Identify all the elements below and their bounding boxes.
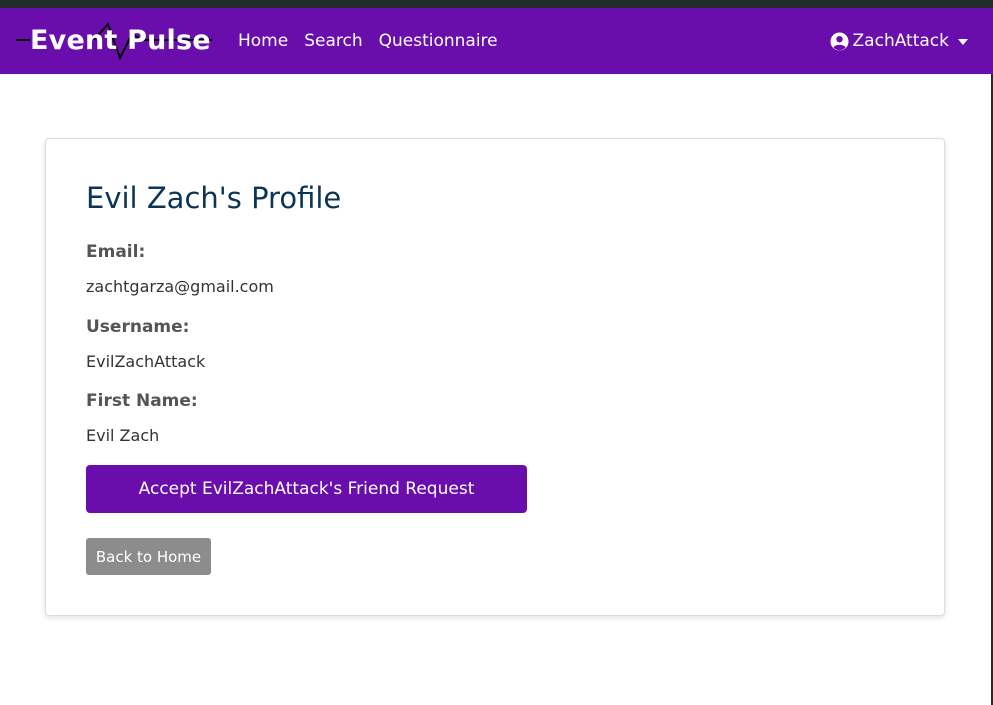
page-title: Evil Zach's Profile <box>86 181 342 215</box>
top-navbar: Event Pulse Home Search Questionnaire Za… <box>0 8 993 74</box>
first-name-value: Evil Zach <box>86 426 160 445</box>
nav-link-home[interactable]: Home <box>238 31 288 51</box>
first-name-label: First Name: <box>86 391 198 411</box>
user-dropdown[interactable]: ZachAttack <box>830 8 968 74</box>
browser-top-strip <box>0 0 993 8</box>
chevron-down-icon <box>958 39 968 45</box>
email-label: Email: <box>86 242 146 262</box>
accept-friend-request-button[interactable]: Accept EvilZachAttack's Friend Request <box>86 465 527 513</box>
username-field-label: Username: <box>86 317 190 337</box>
email-value: zachtgarza@gmail.com <box>86 277 274 296</box>
nav-link-search[interactable]: Search <box>304 31 362 51</box>
nav-link-questionnaire[interactable]: Questionnaire <box>379 31 498 51</box>
username-value: EvilZachAttack <box>86 352 206 371</box>
brand-logo[interactable]: Event Pulse <box>16 20 212 64</box>
brand-name: Event Pulse <box>30 25 211 56</box>
username-label: ZachAttack <box>852 31 949 51</box>
back-to-home-button[interactable]: Back to Home <box>86 538 211 575</box>
nav-links: Home Search Questionnaire <box>238 8 514 74</box>
profile-card: Evil Zach's Profile Email: zachtgarza@gm… <box>45 138 945 616</box>
user-circle-icon <box>830 31 849 51</box>
